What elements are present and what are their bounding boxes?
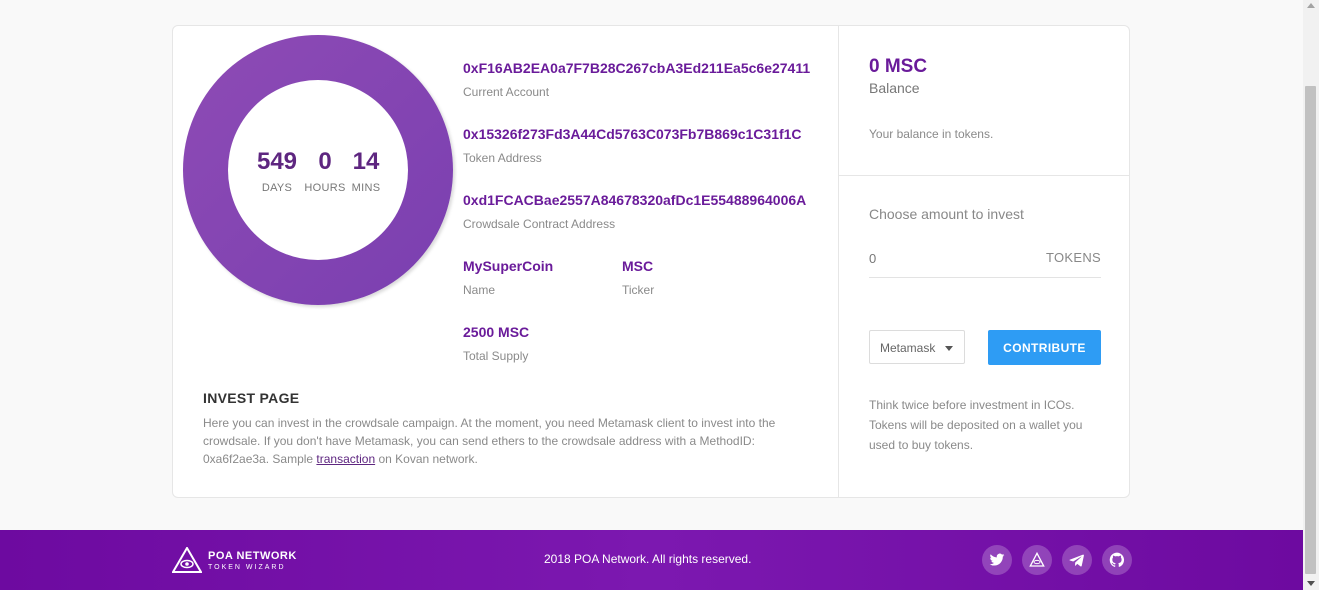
invest-desc-text: Here you can invest in the crowdsale cam… [203,416,776,466]
twitter-icon [989,553,1005,566]
footer: POA NETWORK TOKEN WIZARD 2018 POA Networ… [0,530,1303,590]
timer-days-label: DAYS [261,182,293,194]
token-address: 0x15326f273Fd3A44Cd5763C073Fb7B869c1C31f… [463,126,802,165]
token-ticker-label: Ticker [622,283,655,297]
poa-logo-icon [171,546,203,573]
warning-line-1: Think twice before investment in ICOs. [869,398,1075,412]
timer-days: 549 DAYS [252,148,302,194]
contribute-button[interactable]: CONTRIBUTE [988,330,1101,365]
amount-input[interactable] [869,244,1019,272]
crowdsale-address: 0xd1FCACBae2557A84678320afDc1E5548896400… [463,192,806,231]
logo-name: POA NETWORK [208,550,297,562]
current-account-value: 0xF16AB2EA0a7F7B28C267cbA3Ed211Ea5c6e274… [463,60,811,76]
total-supply: 2500 MSC Total Supply [463,324,529,363]
github-link[interactable] [1102,545,1132,575]
token-name-label: Name [463,283,496,297]
crowdsale-address-value: 0xd1FCACBae2557A84678320afDc1E5548896400… [463,192,807,208]
warning-line-2: Tokens will be deposited on a wallet you… [869,418,1083,452]
github-icon [1109,552,1125,567]
poa-icon [1029,552,1045,567]
column-divider [838,26,839,497]
choose-amount-label: Choose amount to invest [869,206,1024,222]
invest-page-description: Here you can invest in the crowdsale cam… [203,414,823,468]
invest-desc-suffix: on Kovan network. [375,452,478,466]
investment-warning: Think twice before investment in ICOs. T… [869,395,1109,455]
balance-description: Your balance in tokens. [869,127,994,141]
amount-unit: TOKENS [1045,250,1101,265]
token-ticker-value: MSC [622,258,654,274]
token-address-value: 0x15326f273Fd3A44Cd5763C073Fb7B869c1C31f… [463,126,802,142]
page-scrollbar[interactable] [1303,0,1319,590]
token-address-label: Token Address [463,151,542,165]
logo-subtitle: TOKEN WIZARD [208,564,286,571]
timer-mins: 14 MINS [341,148,391,194]
chevron-down-icon [945,346,953,351]
telegram-link[interactable] [1062,545,1092,575]
token-ticker: MSC Ticker [622,258,654,297]
balance-label: Balance [869,80,920,96]
scroll-down-icon[interactable] [1307,581,1315,586]
timer-days-value: 549 [256,148,298,175]
countdown-center: 549 DAYS 0 HOURS 14 MINS [228,80,408,260]
timer-mins-value: 14 [352,148,380,175]
scroll-up-icon[interactable] [1307,3,1315,8]
balance-value: 0 MSC [869,56,928,77]
crowdsale-address-label: Crowdsale Contract Address [463,217,616,231]
invest-page-title: INVEST PAGE [203,390,300,406]
page: 549 DAYS 0 HOURS 14 MINS 0xF16AB2EA0a7F7… [0,0,1303,590]
poa-network-link[interactable] [1022,545,1052,575]
telegram-icon [1069,554,1084,567]
transaction-link[interactable]: transaction [316,452,375,466]
total-supply-value: 2500 MSC [463,324,530,340]
current-account-label: Current Account [463,85,550,99]
wallet-select[interactable]: Metamask [869,330,965,364]
token-name: MySuperCoin Name [463,258,553,297]
current-account: 0xF16AB2EA0a7F7B28C267cbA3Ed211Ea5c6e274… [463,60,810,99]
twitter-link[interactable] [982,545,1012,575]
total-supply-label: Total Supply [463,349,529,363]
wallet-select-value: Metamask [880,341,936,355]
countdown-donut: 549 DAYS 0 HOURS 14 MINS [183,35,453,305]
poa-network-logo[interactable]: POA NETWORK TOKEN WIZARD [171,546,296,578]
right-column-divider [839,175,1129,176]
timer-mins-label: MINS [351,182,381,194]
amount-field: TOKENS [869,244,1101,278]
copyright: 2018 POA Network. All rights reserved. [544,552,752,566]
crowdsale-card: 549 DAYS 0 HOURS 14 MINS 0xF16AB2EA0a7F7… [172,25,1130,498]
scrollbar-thumb[interactable] [1305,86,1316,574]
token-name-value: MySuperCoin [463,258,554,274]
